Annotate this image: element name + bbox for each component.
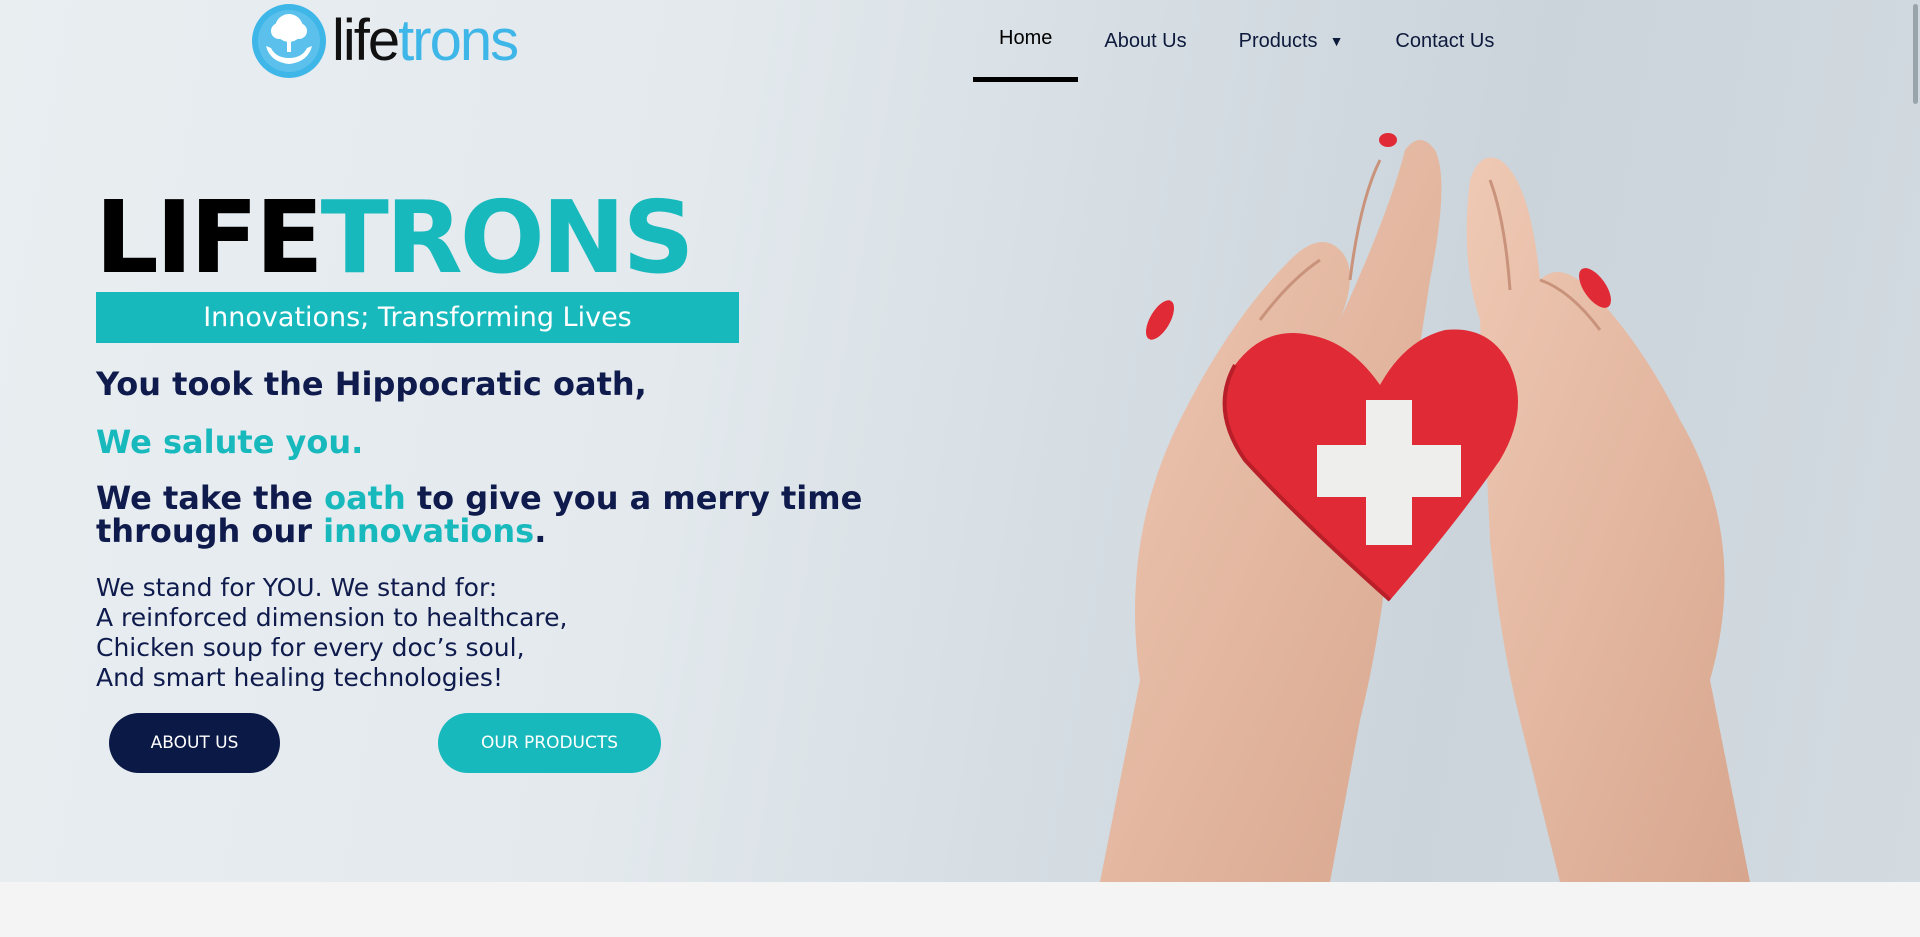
about-us-button[interactable]: ABOUT US bbox=[109, 713, 280, 773]
nav-home-label: Home bbox=[999, 27, 1053, 49]
line3-period: . bbox=[534, 512, 547, 550]
hero-title: LIFETRONS bbox=[95, 188, 694, 288]
paragraph-line: A reinforced dimension to healthcare, bbox=[96, 603, 568, 632]
hero-line-oath: You took the Hippocratic oath, bbox=[96, 365, 647, 403]
site-logo[interactable]: lifetrons bbox=[252, 4, 519, 78]
hero-paragraph: We stand for YOU. We stand for: A reinfo… bbox=[96, 573, 567, 693]
nav-contact-us-label: Contact Us bbox=[1395, 29, 1495, 52]
logo-text-trons: trons bbox=[398, 8, 519, 73]
nav-about-us-label: About Us bbox=[1104, 29, 1187, 52]
nav-products[interactable]: Products ▼ bbox=[1213, 0, 1370, 82]
nav-contact-us[interactable]: Contact Us bbox=[1369, 0, 1520, 82]
scrollbar-thumb[interactable] bbox=[1913, 4, 1918, 104]
caret-down-icon: ▼ bbox=[1329, 33, 1344, 49]
tagline-text: Innovations; Transforming Lives bbox=[203, 302, 632, 333]
logo-wordmark: lifetrons bbox=[332, 12, 519, 70]
hero-section: lifetrons Home About Us Products ▼ Conta… bbox=[0, 0, 1920, 882]
our-products-button[interactable]: OUR PRODUCTS bbox=[438, 713, 661, 773]
logo-text-life: life bbox=[332, 8, 400, 73]
paragraph-line: And smart healing technologies! bbox=[96, 663, 503, 692]
nav-home[interactable]: Home bbox=[973, 0, 1079, 82]
line3-innovations: innovations bbox=[323, 512, 535, 550]
hero-line-innovations: We take the oath to give you a merry tim… bbox=[96, 482, 876, 548]
our-products-button-label: OUR PRODUCTS bbox=[480, 733, 619, 753]
page-scrollbar[interactable] bbox=[1910, 0, 1920, 882]
tree-hands-logo-icon bbox=[252, 4, 326, 78]
hero-image-hands-heart bbox=[1060, 120, 1780, 882]
next-section bbox=[0, 882, 1920, 937]
nav-about-us[interactable]: About Us bbox=[1078, 0, 1212, 82]
main-nav: Home About Us Products ▼ Contact Us bbox=[973, 0, 1520, 86]
nav-products-label: Products bbox=[1238, 29, 1318, 52]
hero-title-trons: TRONS bbox=[320, 179, 695, 296]
hero-line-salute: We salute you. bbox=[96, 423, 364, 461]
paragraph-line: Chicken soup for every doc’s soul, bbox=[96, 633, 525, 662]
about-us-button-label: ABOUT US bbox=[150, 733, 239, 753]
paragraph-line: We stand for YOU. We stand for: bbox=[96, 573, 498, 602]
hero-tagline: Innovations; Transforming Lives bbox=[96, 292, 739, 343]
hero-title-life: LIFE bbox=[95, 179, 324, 296]
